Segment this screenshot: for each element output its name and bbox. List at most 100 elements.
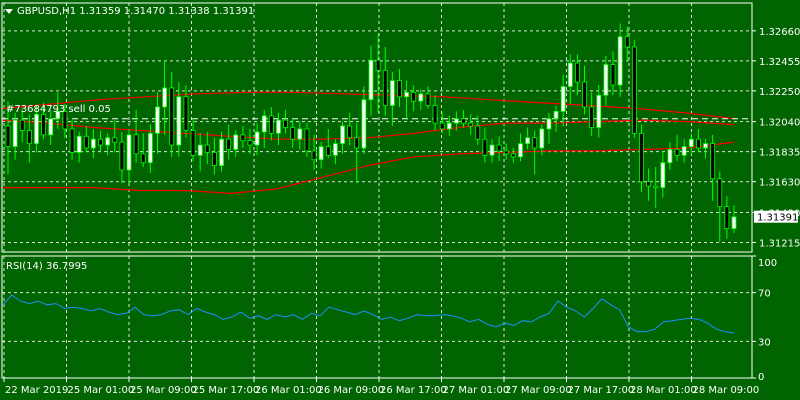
candle-body-bull (333, 143, 338, 156)
candle (703, 139, 708, 159)
candle-body-bear (41, 113, 46, 136)
time-axis: 22 Mar 2019 25 Mar 01:0025 Mar 09:0025 Ma… (3, 378, 759, 396)
candle-body-bear (112, 137, 118, 143)
candle-body-bear (631, 46, 637, 134)
candle (510, 148, 516, 163)
candle-body-bull (318, 146, 324, 161)
candle (83, 126, 89, 153)
candle-body-bull (518, 143, 523, 158)
candle (389, 71, 395, 127)
candle (325, 128, 331, 159)
rsi-line (2, 294, 735, 334)
candle (268, 106, 274, 141)
candle (283, 109, 288, 134)
candle-body-bull (233, 134, 239, 150)
candle-body-bear (347, 125, 353, 139)
order-label[interactable]: #73684793 sell 0.05 (6, 104, 111, 115)
candle (247, 128, 253, 154)
ma-middle-line (1, 119, 735, 140)
candle-body-bull (525, 137, 530, 145)
time-tick-label: 25 Mar 01:00 (68, 385, 135, 396)
candle (610, 51, 616, 96)
candle (639, 124, 644, 192)
candle-body-bull (76, 135, 82, 153)
current-price-label: 1.31391 (757, 213, 798, 224)
triangle-down-icon[interactable] (5, 9, 13, 14)
candle-body-bear (311, 150, 317, 161)
candle (311, 134, 317, 170)
ma-upper-line (1, 91, 735, 120)
candle (12, 112, 18, 160)
trading-chart[interactable]: 1.32660 1.32455 1.32250 1.32040 1.31835 1.316… (0, 0, 800, 400)
candle-body-bear (439, 122, 445, 130)
candle (219, 131, 224, 172)
candle (404, 80, 409, 119)
rsi-axis: 100 70 30 0 (752, 255, 777, 383)
candle-body-bear (290, 127, 296, 140)
candle (596, 85, 602, 138)
candle-body-bear (425, 93, 431, 106)
candle-body-bear (475, 125, 481, 140)
time-tick-label: 25 Mar 17:00 (193, 385, 260, 396)
candle (696, 128, 701, 153)
candle (717, 171, 723, 242)
candle (176, 82, 182, 157)
candle (525, 127, 530, 150)
ma-lower-line (2, 141, 735, 195)
candle (468, 114, 474, 135)
candle (98, 130, 103, 151)
candle-body-bear (710, 143, 716, 180)
candle (653, 167, 659, 209)
candle (261, 109, 267, 149)
candle (112, 120, 118, 153)
candle (475, 115, 481, 146)
candle-body-bull (254, 131, 260, 146)
candle-body-bear (212, 151, 217, 166)
candle-body-bull (340, 125, 345, 145)
price-tick-label: 1.32250 (759, 87, 800, 98)
candle-body-bull (389, 80, 395, 106)
candle (660, 150, 666, 198)
candle-body-bear (696, 138, 701, 149)
candle (140, 133, 146, 168)
grid-lines (2, 3, 752, 378)
candle (482, 127, 488, 163)
candle (710, 134, 716, 201)
moving-average-bands (1, 91, 735, 195)
candle (226, 124, 232, 160)
candle-body-bear (411, 91, 417, 102)
candle-body-bear (624, 36, 630, 48)
candle (197, 133, 203, 172)
time-tick-label: 27 Mar 17:00 (568, 385, 635, 396)
candle-body-bear (325, 146, 331, 156)
candle (724, 196, 730, 239)
candle-body-bull (560, 86, 566, 112)
candle (624, 26, 630, 61)
candle-body-bear (140, 153, 146, 164)
candle (233, 130, 239, 157)
candle-body-bear (397, 80, 402, 98)
candle (162, 60, 167, 135)
candle-body-bear (204, 144, 210, 153)
candle (503, 143, 509, 160)
candle-body-bull (596, 94, 602, 128)
candle (546, 112, 552, 144)
candlestick-series[interactable] (5, 23, 737, 242)
candle-body-bear (98, 138, 103, 146)
candle (382, 46, 388, 116)
candle (631, 39, 637, 138)
candle-body-bull (446, 122, 452, 130)
candle-body-bull (681, 146, 687, 156)
candle (582, 65, 587, 115)
candle-body-bear (226, 138, 232, 150)
candle (617, 23, 623, 97)
candle-body-bear (240, 134, 246, 142)
candle-body-bull (162, 87, 167, 108)
candle (91, 128, 96, 159)
candle (155, 92, 160, 154)
candle-body-bear (468, 122, 474, 127)
candle (119, 131, 125, 184)
time-tick-label: 22 Mar 2019 (5, 385, 68, 396)
candle (603, 55, 609, 106)
candle-body-bull (667, 149, 673, 164)
